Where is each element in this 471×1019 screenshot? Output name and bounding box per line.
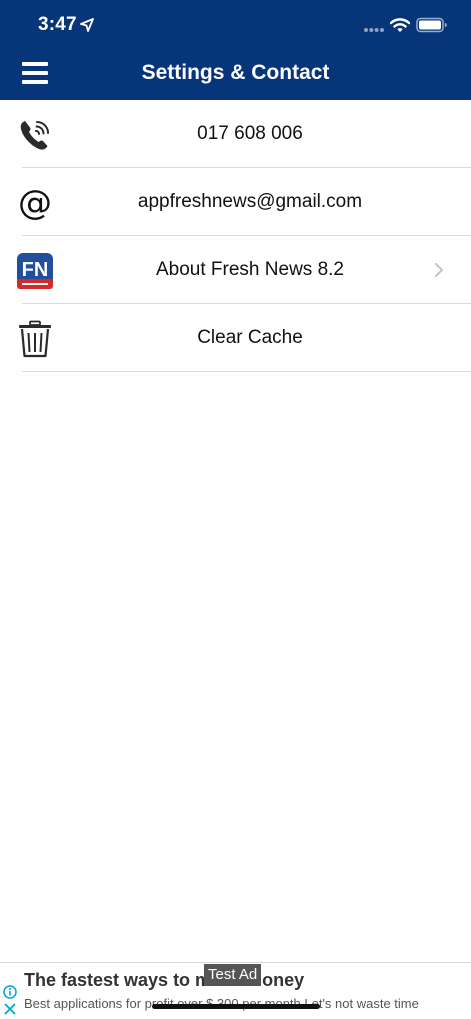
page-title: Settings & Contact <box>141 61 330 84</box>
about-label: About Fresh News 8.2 <box>156 259 344 280</box>
ad-banner[interactable]: The fastest ways to make money Best appl… <box>0 962 471 1019</box>
svg-text:@: @ <box>18 184 52 222</box>
email-label: appfreshnews@gmail.com <box>137 191 363 212</box>
row-divider <box>22 371 471 372</box>
battery-icon <box>416 17 447 33</box>
ad-headline[interactable]: The fastest ways to make money <box>24 970 304 991</box>
phone-number-label: 017 608 006 <box>197 123 303 144</box>
test-ad-badge: Test Ad <box>204 964 262 986</box>
cellular-signal-icon <box>364 28 384 32</box>
phone-icon <box>20 121 49 150</box>
wifi-icon <box>390 18 410 32</box>
svg-text:FN: FN <box>22 259 49 281</box>
at-sign-icon: @ <box>18 184 52 222</box>
status-time: 3:47 <box>38 14 77 35</box>
clear-cache-row[interactable]: Clear Cache <box>0 304 471 372</box>
chevron-right-icon <box>435 263 443 277</box>
ad-info-icon[interactable] <box>3 985 17 999</box>
settings-contact-screen: 3:47 Settings & Contact 017 608 006 @ ap… <box>0 0 471 1019</box>
header-bar: 3:47 Settings & Contact <box>0 0 471 100</box>
about-row[interactable]: FN About Fresh News 8.2 <box>0 236 471 304</box>
settings-list: 017 608 006 @ appfreshnews@gmail.com FN … <box>0 100 471 372</box>
fresh-news-logo-icon: FN <box>17 253 53 289</box>
email-row[interactable]: @ appfreshnews@gmail.com <box>0 168 471 236</box>
home-indicator[interactable] <box>152 1004 320 1009</box>
ad-close-icon[interactable] <box>4 1003 16 1015</box>
trash-icon <box>19 320 51 358</box>
phone-row[interactable]: 017 608 006 <box>0 100 471 168</box>
location-arrow-icon <box>80 18 94 32</box>
clear-cache-label: Clear Cache <box>197 327 303 348</box>
